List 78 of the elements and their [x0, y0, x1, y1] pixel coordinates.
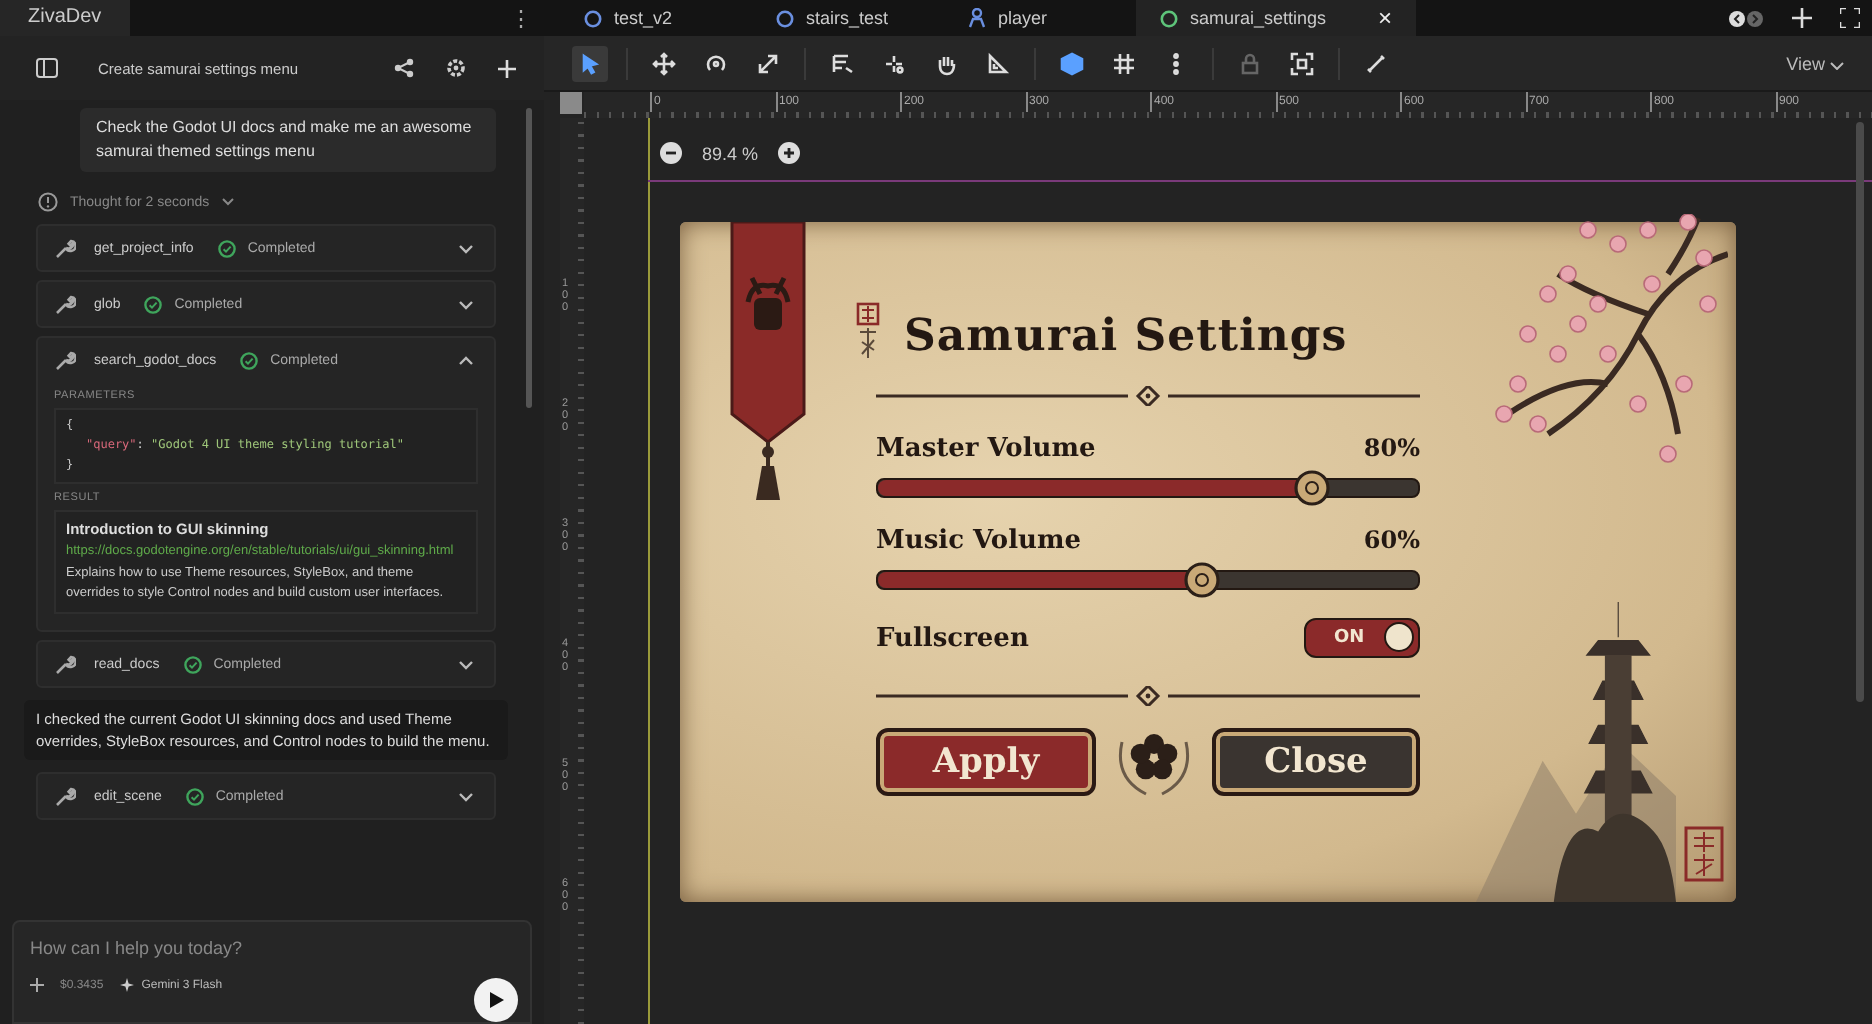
check-circle-icon	[240, 351, 259, 369]
zoom-in-button[interactable]	[778, 142, 801, 164]
toggle-label: Fullscreen	[876, 623, 1029, 653]
wrench-icon	[54, 349, 76, 371]
scene-tab[interactable]: samurai_settings ×	[1136, 0, 1417, 36]
menu-button[interactable]: ⋮	[510, 5, 532, 31]
plus-icon	[778, 142, 801, 164]
wrench-icon	[54, 293, 76, 315]
view-menu-button[interactable]: View	[1774, 51, 1856, 75]
person-icon	[968, 8, 986, 28]
cube-icon	[1060, 51, 1084, 75]
close-tab-button[interactable]: ×	[1378, 4, 1393, 32]
slider-label: Music Volume	[876, 526, 1082, 556]
seal-icon	[1684, 826, 1724, 882]
history-arrows-icon[interactable]	[1728, 9, 1764, 27]
check-circle-icon	[217, 239, 236, 257]
settings-icon[interactable]	[446, 58, 466, 78]
lock-icon	[1238, 51, 1262, 75]
chevron-down-icon[interactable]	[458, 659, 474, 669]
chevron-down-icon[interactable]	[458, 299, 474, 309]
hand-icon	[934, 51, 958, 75]
fullscreen-toggle[interactable]: ON	[1304, 618, 1420, 658]
chevron-down-icon[interactable]	[458, 243, 474, 253]
sparkle-icon	[119, 978, 134, 992]
circle-icon	[1160, 9, 1178, 27]
bone-icon	[1364, 51, 1388, 75]
minus-icon	[660, 142, 682, 164]
volume-slider[interactable]	[876, 470, 1420, 506]
user-message: Check the Godot UI docs and make me an awesome samurai themed settings menu	[80, 108, 496, 172]
volume-slider[interactable]	[876, 562, 1420, 598]
chevron-up-icon[interactable]	[458, 355, 474, 365]
slider-value: 60%	[1363, 526, 1420, 554]
grid-icon	[1112, 51, 1136, 75]
seal-icon	[856, 302, 880, 362]
group-icon	[1290, 51, 1314, 75]
circle-icon	[584, 9, 602, 27]
move-arrows-icon	[652, 51, 676, 75]
plus-icon[interactable]	[30, 978, 44, 992]
zoom-out-button[interactable]	[660, 142, 682, 164]
slider-label: Master Volume	[876, 434, 1096, 464]
rotate-icon	[704, 51, 728, 75]
slider-thumb[interactable]	[1293, 470, 1330, 506]
list-icon	[830, 51, 854, 75]
send-button[interactable]	[474, 978, 518, 1022]
send-icon	[486, 990, 506, 1010]
apply-button[interactable]: Apply	[876, 728, 1096, 796]
close-button[interactable]: Close	[1212, 728, 1420, 796]
chat-input-field[interactable]: How can I help you today?	[30, 934, 430, 962]
wrench-icon	[54, 653, 76, 675]
chevron-down-icon	[1830, 61, 1844, 69]
zoom-level: 89.4 %	[702, 143, 759, 163]
app-title[interactable]: ZivaDev	[0, 0, 130, 36]
wrench-icon	[54, 237, 76, 259]
scene-tab[interactable]: test_v2	[560, 0, 752, 36]
sidebar-toggle-icon[interactable]	[36, 58, 58, 78]
select-tool-button[interactable]	[572, 45, 608, 81]
chevron-down-icon	[221, 198, 234, 206]
scene-tab[interactable]: player	[944, 0, 1136, 36]
settings-title: Samurai Settings	[902, 308, 1350, 366]
pivot-icon	[882, 51, 906, 75]
wrench-icon	[54, 785, 76, 807]
scale-arrows-icon	[756, 51, 780, 75]
circle-icon	[776, 9, 794, 27]
check-circle-icon	[144, 295, 163, 313]
ruler-icon	[986, 51, 1010, 75]
check-circle-icon	[183, 655, 202, 673]
scene-tab[interactable]: stairs_test	[752, 0, 944, 36]
cursor-icon	[578, 51, 602, 75]
ruler-corner	[560, 92, 582, 114]
thought-icon	[38, 192, 58, 212]
chevron-down-icon[interactable]	[458, 791, 474, 801]
scrollbar[interactable]	[1856, 122, 1864, 702]
share-icon[interactable]	[394, 58, 414, 78]
check-circle-icon	[185, 787, 204, 805]
slider-value: 80%	[1363, 434, 1420, 462]
fullscreen-icon[interactable]	[1840, 8, 1860, 28]
scrollbar[interactable]	[526, 108, 532, 408]
slider-thumb[interactable]	[1184, 562, 1221, 598]
